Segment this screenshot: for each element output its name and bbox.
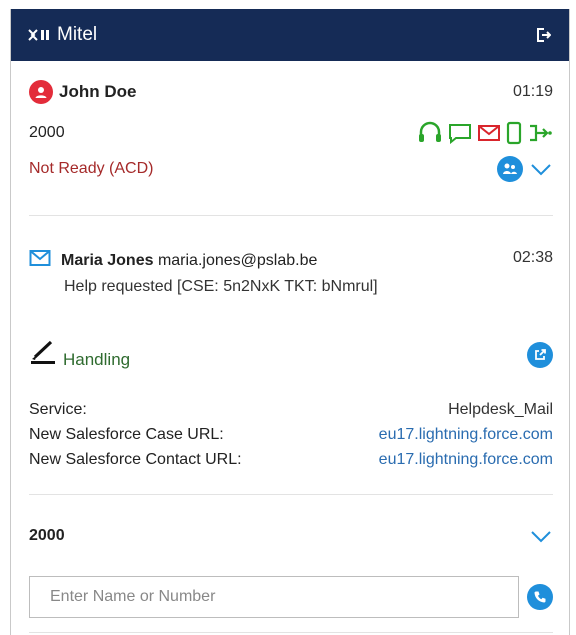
mobile-icon[interactable]: [505, 121, 523, 145]
detail-row-contact-url: New Salesforce Contact URL: eu17.lightni…: [29, 447, 553, 472]
user-avatar-icon: [29, 80, 53, 104]
mail-timer: 02:38: [512, 249, 553, 266]
detail-value: Helpdesk_Mail: [448, 400, 553, 418]
handling-row: Handling: [29, 339, 553, 370]
sender-name: Maria Jones: [61, 251, 154, 269]
details-list: Service: Helpdesk_Mail New Salesforce Ca…: [29, 397, 553, 472]
envelope-icon: [29, 249, 51, 272]
top-bar: Mitel: [11, 9, 569, 61]
phone-icon[interactable]: [527, 584, 553, 610]
brand-name: Mitel: [57, 24, 98, 45]
agent-actions: [497, 156, 553, 182]
brand: Mitel: [27, 24, 97, 46]
sender-email: maria.jones@pslab.be: [157, 251, 318, 269]
mitel-logo-icon: [27, 28, 53, 42]
headset-icon[interactable]: [417, 121, 443, 145]
agent-section: John Doe 01:19 2000 Not Ready (ACD): [29, 77, 553, 187]
detail-row-case-url: New Salesforce Case URL: eu17.lightning.…: [29, 422, 553, 447]
logout-icon[interactable]: [535, 27, 551, 43]
agent-name-text: John Doe: [59, 82, 137, 101]
agent-status[interactable]: Not Ready (ACD): [29, 160, 153, 178]
section-divider: [29, 494, 553, 495]
routing-icon[interactable]: [527, 121, 553, 145]
pen-icon: [29, 339, 59, 370]
mail-interaction[interactable]: Maria Jones maria.jones@pslab.be 02:38 H…: [29, 249, 553, 296]
agent-extension: 2000: [29, 124, 65, 141]
case-url-link[interactable]: eu17.lightning.force.com: [379, 426, 553, 444]
agent-name: John Doe: [29, 80, 136, 104]
chevron-down-icon[interactable]: [529, 161, 553, 177]
email-icon[interactable]: [477, 123, 501, 143]
agent-timer: 01:19: [512, 83, 553, 100]
handling-label: Handling: [63, 350, 131, 369]
detail-row-service: Service: Helpdesk_Mail: [29, 397, 553, 422]
section-divider: [29, 215, 553, 216]
detail-label: Service:: [29, 400, 87, 418]
section-divider: [29, 632, 553, 633]
chat-icon[interactable]: [447, 122, 473, 144]
dialer: [29, 576, 553, 618]
detail-label: New Salesforce Contact URL:: [29, 450, 242, 468]
extension-section-header[interactable]: 2000: [29, 527, 553, 545]
chevron-down-icon[interactable]: [529, 528, 553, 544]
contact-url-link[interactable]: eu17.lightning.force.com: [379, 451, 553, 469]
external-link-icon[interactable]: [527, 341, 553, 368]
mail-subject: Help requested [CSE: 5n2NxK TKT: bNmrul]: [64, 278, 378, 295]
team-icon[interactable]: [497, 156, 523, 182]
dial-input[interactable]: [29, 576, 520, 618]
extension-label: 2000: [29, 527, 65, 544]
channel-icons: [417, 121, 553, 145]
mitel-panel: Mitel John Doe 01:19 2000 Not Ready (ACD…: [10, 9, 570, 635]
detail-label: New Salesforce Case URL:: [29, 425, 224, 443]
